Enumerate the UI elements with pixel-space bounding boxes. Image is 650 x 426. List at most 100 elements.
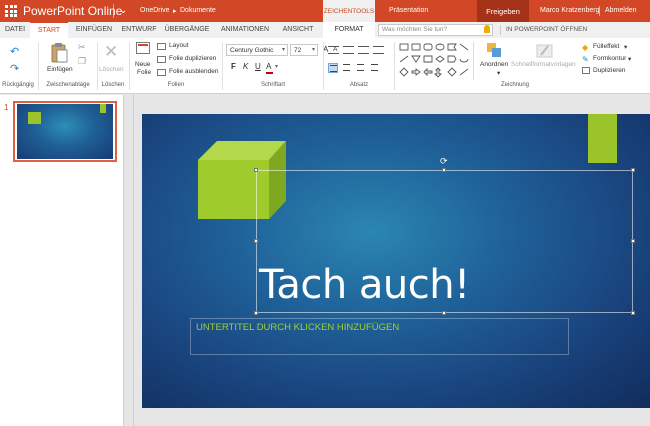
chevron-down-icon[interactable]: ▾ [497, 69, 500, 77]
font-name-value: Century Gothic [230, 46, 274, 54]
breadcrumb-onedrive[interactable]: OneDrive [140, 7, 170, 14]
underline-button[interactable]: U [255, 62, 261, 71]
new-slide-icon[interactable] [136, 42, 150, 58]
share-button[interactable]: Freigeben [477, 0, 529, 22]
align-left-button[interactable] [328, 63, 338, 73]
new-slide-label-2[interactable]: Folie [137, 69, 151, 76]
duplicate-button[interactable]: Duplizieren [593, 67, 626, 74]
paint-bucket-icon[interactable]: ◆ [582, 43, 588, 52]
arrange-icon[interactable] [486, 42, 503, 59]
italic-button[interactable]: K [243, 62, 248, 71]
accent-rectangle-shape[interactable] [588, 114, 617, 163]
ribbon: ↶ ↷ Rückgängig Einfügen ✂ ❐ Zwischenabla… [0, 38, 650, 94]
group-label-undo: Rückgängig [2, 82, 34, 88]
quick-styles-button[interactable]: Schnellformatvorlagen [511, 61, 576, 68]
group-label-clipboard: Zwischenablage [46, 82, 90, 88]
group-label-paragraph: Absatz [349, 82, 369, 88]
bold-button[interactable]: F [231, 62, 236, 71]
thumbnail-cube-shape [28, 112, 41, 124]
tab-entwurf[interactable]: ENTWURF [119, 22, 159, 38]
duplicate-slide-icon[interactable] [157, 56, 166, 63]
decrease-indent-icon[interactable] [358, 46, 369, 54]
hide-slide-button[interactable]: Folie ausblenden [169, 68, 219, 75]
open-in-powerpoint-button[interactable]: IN POWERPOINT ÖFFNEN [506, 26, 587, 33]
breadcrumb-documents[interactable]: Dokumente [180, 7, 216, 14]
lightbulb-icon [484, 25, 490, 33]
paste-button[interactable]: Einfügen [47, 66, 73, 73]
copy-icon[interactable]: ❐ [78, 56, 86, 67]
group-label-delete: Löschen [101, 82, 125, 88]
resize-handle[interactable] [254, 311, 258, 315]
user-name[interactable]: Marco Kratzenberg [540, 7, 600, 14]
chevron-down-icon[interactable]: ▾ [624, 43, 627, 51]
font-size-dropdown[interactable]: 72 ▾ [290, 44, 318, 56]
bullet-list-icon[interactable] [328, 46, 339, 54]
app-launcher-icon[interactable] [5, 5, 17, 17]
breadcrumb-separator-icon: ▸ [173, 8, 177, 15]
title-bar: PowerPoint Online ⌄ OneDrive ▸ Dokumente… [0, 0, 650, 22]
subtitle-placeholder-text[interactable]: UNTERTITEL DURCH KLICKEN HINZUFÜGEN [196, 322, 399, 333]
thumbnail-accent-shape [100, 104, 106, 113]
app-title[interactable]: PowerPoint Online [23, 4, 122, 18]
duplicate-icon[interactable] [582, 67, 590, 74]
pen-icon[interactable]: ✎ [582, 55, 589, 64]
resize-handle[interactable] [631, 239, 635, 243]
new-slide-label-1[interactable]: Neue [135, 61, 151, 68]
quick-styles-icon[interactable] [536, 42, 553, 59]
justify-button[interactable] [370, 63, 380, 73]
resize-handle[interactable] [254, 239, 258, 243]
group-label-slides: Folien [167, 82, 185, 88]
contextual-tab-header: ZEICHENTOOLS [323, 0, 375, 22]
group-label-font: Schriftart [260, 82, 285, 88]
delete-icon[interactable]: ✕ [104, 42, 118, 62]
hide-slide-icon[interactable] [157, 69, 166, 76]
resize-handle[interactable] [631, 168, 635, 172]
tab-animationen[interactable]: ANIMATIONEN [216, 22, 274, 38]
title-separator [113, 4, 114, 18]
tab-einfuegen[interactable]: EINFÜGEN [72, 22, 116, 38]
slide-title-text[interactable]: Tach auch! [259, 262, 470, 308]
layout-button[interactable]: Layout [169, 42, 189, 49]
chevron-down-icon[interactable]: ⌄ [119, 5, 127, 16]
resize-handle[interactable] [254, 168, 258, 172]
logout-separator [599, 6, 600, 16]
cut-icon[interactable]: ✂ [78, 42, 86, 53]
paste-icon[interactable] [51, 42, 68, 63]
delete-button[interactable]: Löschen [99, 66, 124, 73]
duplicate-slide-button[interactable]: Folie duplizieren [169, 55, 216, 62]
tell-me-search-input[interactable]: Was möchten Sie tun? [378, 24, 493, 36]
chevron-down-icon: ▾ [311, 47, 315, 53]
document-title[interactable]: Präsentation [389, 7, 428, 14]
resize-handle[interactable] [442, 168, 446, 172]
open-separator [500, 25, 501, 35]
numbered-list-icon[interactable] [343, 46, 354, 54]
shape-outline-button[interactable]: Formkontur [593, 55, 626, 62]
resize-handle[interactable] [442, 311, 446, 315]
tab-ansicht[interactable]: ANSICHT [278, 22, 318, 38]
resize-handle[interactable] [631, 311, 635, 315]
shape-fill-button[interactable]: Fülleffekt [593, 43, 619, 50]
redo-icon[interactable]: ↷ [10, 62, 19, 75]
increase-indent-icon[interactable] [373, 46, 384, 54]
tab-format[interactable]: FORMAT [323, 22, 375, 38]
align-right-button[interactable] [356, 63, 366, 73]
chevron-down-icon[interactable]: ▾ [628, 55, 631, 63]
tab-start[interactable]: START [30, 22, 68, 38]
tab-datei[interactable]: DATEI [2, 22, 28, 38]
group-label-drawing: Zeichnung [500, 82, 530, 88]
tab-uebergaenge[interactable]: ÜBERGÄNGE [163, 22, 211, 38]
shapes-gallery[interactable] [398, 42, 474, 82]
group-separator [38, 42, 39, 90]
align-center-button[interactable] [342, 63, 352, 73]
logout-link[interactable]: Abmelden [605, 7, 637, 14]
layout-icon[interactable] [157, 43, 166, 50]
chevron-down-icon[interactable]: ▾ [275, 63, 278, 70]
font-name-dropdown[interactable]: Century Gothic ▾ [226, 44, 288, 56]
font-color-button[interactable]: A [266, 62, 271, 71]
undo-icon[interactable]: ↶ [10, 45, 19, 58]
shapes-gallery-scroll[interactable] [473, 42, 479, 80]
rotate-handle-icon[interactable]: ⟳ [440, 156, 448, 167]
font-color-swatch [266, 72, 273, 74]
pane-divider[interactable] [133, 95, 134, 426]
arrange-button[interactable]: Anordnen [480, 61, 508, 68]
